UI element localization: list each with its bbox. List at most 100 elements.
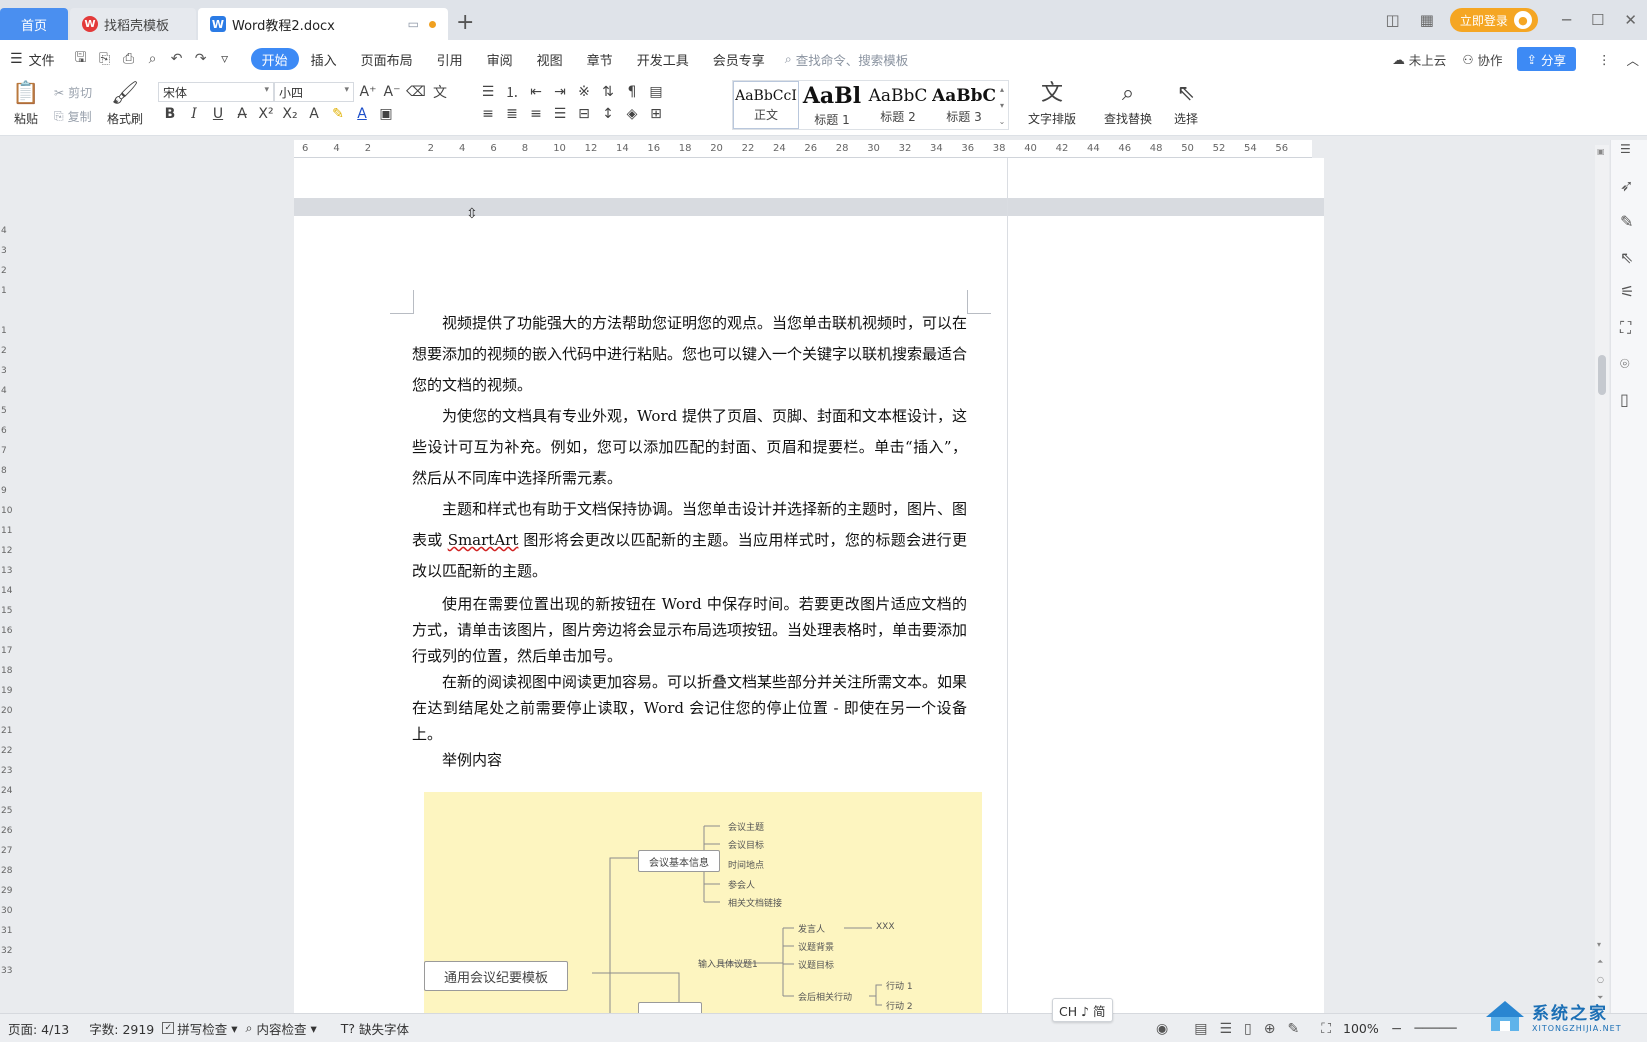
paragraph[interactable]: 使用在需要位置出现的新按钮在 Word 中保存时间。若要更改图片适应文档的方式，… bbox=[412, 591, 967, 669]
select-browse-icon[interactable]: ○ bbox=[1597, 975, 1604, 984]
panel-menu-icon[interactable]: ☰ bbox=[1620, 142, 1631, 156]
horizontal-ruler[interactable]: 6 4 2 2 4 6 8 10 12 14 16 18 20 22 24 26 28 30 32 34 36 38 40 4… bbox=[294, 140, 1312, 158]
menu-tab-page-layout[interactable]: 页面布局 bbox=[349, 48, 425, 70]
login-button[interactable]: 立即登录 ● bbox=[1449, 8, 1538, 32]
new-tab-button[interactable]: + bbox=[456, 10, 474, 35]
underline-icon[interactable]: U bbox=[206, 106, 230, 122]
content-check-toggle[interactable]: ⌕ 内容检查 ▾ bbox=[246, 1019, 317, 1038]
file-menu[interactable]: ☰ 文件 bbox=[10, 50, 55, 69]
paste-button[interactable]: 📋 粘贴 bbox=[2, 80, 50, 127]
shading-icon[interactable]: ◈ bbox=[620, 106, 644, 122]
grid-apps-icon[interactable]: ▦ bbox=[1420, 11, 1434, 29]
eye-protect-icon[interactable]: ◉ bbox=[1156, 1021, 1168, 1037]
tab-home[interactable]: 首页 bbox=[0, 8, 68, 40]
cloud-status[interactable]: ☁ 未上云 bbox=[1392, 50, 1446, 69]
document-body[interactable]: 视频提供了功能强大的方法帮助您证明您的观点。当您单击联机视频时，可以在想要添加的… bbox=[412, 308, 967, 773]
collapse-ribbon-icon[interactable]: ︿ bbox=[1626, 50, 1639, 69]
menu-tab-home[interactable]: 开始 bbox=[250, 48, 299, 70]
export-icon[interactable]: ⎘ bbox=[93, 51, 117, 67]
cursor-icon[interactable]: ⇖ bbox=[1620, 248, 1633, 267]
menu-tab-section[interactable]: 章节 bbox=[575, 48, 625, 70]
highlight-icon[interactable]: ✎ bbox=[326, 106, 350, 122]
tab-document[interactable]: W Word教程2.docx ▭ bbox=[198, 8, 448, 40]
more-icon[interactable]: ⋮ bbox=[1598, 52, 1611, 67]
customize-dropdown-icon[interactable]: ▿ bbox=[213, 51, 237, 67]
monitor-icon[interactable]: ▭ bbox=[408, 17, 419, 31]
menu-tab-developer[interactable]: 开发工具 bbox=[625, 48, 701, 70]
scroll-top-icon[interactable]: ▣ bbox=[1597, 147, 1605, 156]
bold-icon[interactable]: B bbox=[158, 106, 182, 122]
zoom-out-icon[interactable]: − bbox=[1391, 1021, 1403, 1037]
shrink-font-icon[interactable]: A⁻ bbox=[380, 84, 404, 100]
justify-icon[interactable]: ☰ bbox=[548, 106, 572, 122]
write-mode-icon[interactable]: ✎ bbox=[1287, 1021, 1299, 1037]
chevron-up-icon[interactable]: ▴ bbox=[1000, 85, 1004, 94]
clear-format-icon[interactable]: ⌫ bbox=[404, 84, 428, 100]
menu-tab-insert[interactable]: 插入 bbox=[299, 48, 349, 70]
command-search[interactable]: ⌕ 查找命令、搜索模板 bbox=[785, 50, 909, 69]
paragraph[interactable]: 为使您的文档具有专业外观，Word 提供了页眉、页脚、封面和文本框设计，这些设计… bbox=[412, 401, 967, 494]
font-size-select[interactable]: 小四 ▾ bbox=[274, 82, 354, 102]
align-right-icon[interactable]: ≡ bbox=[524, 106, 548, 122]
scroll-thumb[interactable] bbox=[1598, 355, 1606, 395]
book-icon[interactable]: ▯ bbox=[1620, 390, 1629, 409]
zoom-slider[interactable]: ───── bbox=[1415, 1021, 1457, 1037]
share-button[interactable]: ⇪ 分享 bbox=[1516, 47, 1576, 71]
zoom-level[interactable]: 100% bbox=[1343, 1021, 1379, 1036]
copy-button[interactable]: ⎘ 复制 bbox=[54, 108, 92, 125]
word-counter[interactable]: 字数: 2919 bbox=[89, 1019, 154, 1038]
print-preview-icon[interactable]: ⌕ bbox=[141, 51, 165, 67]
prev-page-icon[interactable]: ⏶ bbox=[1597, 957, 1603, 967]
line-spacing-icon[interactable]: ↕ bbox=[596, 106, 620, 122]
tab-template[interactable]: W 找稻壳模板 bbox=[70, 8, 196, 40]
table-icon[interactable]: ▤ bbox=[644, 84, 668, 100]
mindmap-image[interactable]: 通用会议纪要模板 会议基本信息 会议主题 会议目标 时间地点 参会人 相关文档链… bbox=[424, 792, 982, 1013]
missing-font-button[interactable]: T? 缺失字体 bbox=[341, 1019, 409, 1038]
chinese-layout-icon[interactable]: ※ bbox=[572, 84, 596, 100]
font-color-icon[interactable]: A bbox=[350, 106, 374, 122]
page-counter[interactable]: 页面: 4/13 bbox=[8, 1019, 69, 1038]
phonetic-icon[interactable]: 文 bbox=[428, 82, 452, 102]
paragraph[interactable]: 举例内容 bbox=[412, 747, 967, 773]
menu-tab-references[interactable]: 引用 bbox=[425, 48, 475, 70]
style-heading-2[interactable]: AaBbC 标题 2 bbox=[865, 81, 931, 129]
cut-button[interactable]: ✂ 剪切 bbox=[54, 84, 92, 101]
minimize-icon[interactable]: ─ bbox=[1562, 11, 1571, 29]
maximize-icon[interactable]: ☐ bbox=[1591, 11, 1604, 29]
show-marks-icon[interactable]: ¶ bbox=[620, 84, 644, 100]
fit-page-icon[interactable]: ⛶ bbox=[1321, 1021, 1331, 1037]
select-button[interactable]: ⇖ 选择 bbox=[1162, 80, 1210, 127]
pen-icon[interactable]: ✎ bbox=[1620, 212, 1633, 231]
style-heading-1[interactable]: AaBl 标题 1 bbox=[799, 81, 865, 129]
style-gallery-scroll[interactable]: ▴ ▾ ⌄ bbox=[997, 81, 1007, 129]
menu-tab-member[interactable]: 会员专享 bbox=[701, 48, 777, 70]
expand-gallery-icon[interactable]: ⌄ bbox=[999, 117, 1006, 126]
grow-font-icon[interactable]: A⁺ bbox=[356, 84, 380, 100]
subscript-icon[interactable]: X₂ bbox=[278, 106, 302, 122]
vertical-ruler[interactable]: 4 3 2 1 1 2 3 4 5 6 7 8 9 10 11 12 13 14 15 16 17 18 19 20 21 22 2… bbox=[0, 158, 12, 1013]
menu-tab-view[interactable]: 视图 bbox=[525, 48, 575, 70]
borders-icon[interactable]: ⊞ bbox=[644, 106, 668, 122]
image-edit-icon[interactable]: ⛶ bbox=[1620, 318, 1631, 338]
chevron-down-icon[interactable]: ▾ bbox=[1000, 101, 1004, 110]
vertical-scrollbar[interactable]: ▣ ▾ ⏶ ○ ⏷ bbox=[1595, 145, 1609, 1013]
ime-indicator[interactable]: CH ♪ 简 bbox=[1052, 998, 1113, 1022]
sort-icon[interactable]: ⇅ bbox=[596, 84, 620, 100]
strikethrough-icon[interactable]: A̶ bbox=[230, 106, 254, 122]
sliders-icon[interactable]: ⚟ bbox=[1620, 282, 1634, 301]
close-icon[interactable]: ✕ bbox=[1624, 11, 1637, 29]
text-layout-button[interactable]: 文 文字排版 bbox=[1024, 80, 1080, 127]
paragraph[interactable]: 视频提供了功能强大的方法帮助您证明您的观点。当您单击联机视频时，可以在想要添加的… bbox=[412, 308, 967, 401]
print-icon[interactable]: ⎙ bbox=[117, 51, 141, 67]
align-center-icon[interactable]: ≣ bbox=[500, 106, 524, 122]
find-replace-button[interactable]: ⌕ 查找替换 bbox=[1100, 80, 1156, 127]
italic-icon[interactable]: I bbox=[182, 106, 206, 122]
paragraph[interactable]: 主题和样式也有助于文档保持协调。当您单击设计并选择新的主题时，图片、图表或 Sm… bbox=[412, 494, 967, 587]
spellcheck-word[interactable]: SmartArt bbox=[448, 531, 519, 549]
decrease-indent-icon[interactable]: ⇤ bbox=[524, 84, 548, 100]
save-icon[interactable]: 🖫 bbox=[69, 47, 93, 71]
superscript-icon[interactable]: X² bbox=[254, 106, 278, 122]
font-name-select[interactable]: 宋体 ▾ bbox=[158, 82, 274, 102]
redo-icon[interactable]: ↷ bbox=[189, 51, 213, 67]
increase-indent-icon[interactable]: ⇥ bbox=[548, 84, 572, 100]
